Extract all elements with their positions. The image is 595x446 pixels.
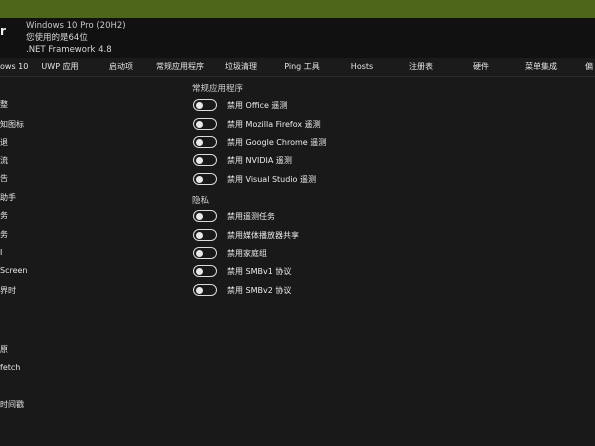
- toggle-knob: [196, 267, 203, 275]
- left-option-item[interactable]: 助手: [0, 192, 16, 204]
- left-option-item[interactable]: 告: [0, 173, 8, 185]
- toggle-disable-media-sharing[interactable]: 禁用媒体播放器共享: [193, 227, 299, 243]
- toggle-knob: [196, 101, 203, 109]
- left-option-item[interactable]: Screen: [0, 265, 28, 277]
- tab-hosts[interactable]: Hosts: [351, 58, 373, 76]
- left-option-item[interactable]: 时间戳: [0, 399, 24, 411]
- toggle-disable-smbv1[interactable]: 禁用 SMBv1 协议: [193, 263, 291, 279]
- toggle-label: 禁用 Visual Studio 遥测: [227, 174, 316, 184]
- toggle-switch[interactable]: [193, 284, 217, 296]
- toggle-switch[interactable]: [193, 136, 217, 148]
- toggle-knob: [196, 286, 203, 294]
- toggle-knob: [196, 212, 203, 220]
- tab-uwp-apps[interactable]: UWP 应用: [41, 58, 78, 76]
- tab-preferences[interactable]: 偏: [585, 58, 593, 76]
- tab-ping-tool[interactable]: Ping 工具: [284, 58, 320, 76]
- toggle-switch[interactable]: [193, 229, 217, 241]
- left-option-item[interactable]: 原: [0, 344, 8, 356]
- left-option-item[interactable]: I: [0, 247, 2, 259]
- toggle-switch[interactable]: [193, 154, 217, 166]
- toggle-label: 禁用遥测任务: [227, 211, 275, 221]
- toggle-label: 禁用家庭组: [227, 248, 267, 258]
- toggle-disable-homegroup[interactable]: 禁用家庭组: [193, 245, 267, 261]
- toggle-switch[interactable]: [193, 210, 217, 222]
- toggle-switch[interactable]: [193, 99, 217, 111]
- left-option-item[interactable]: 务: [0, 210, 8, 222]
- toggle-disable-firefox-telemetry[interactable]: 禁用 Mozilla Firefox 遥测: [193, 116, 321, 132]
- tab-common-apps[interactable]: 常规应用程序: [156, 58, 204, 76]
- framework-text: .NET Framework 4.8: [26, 45, 112, 55]
- tab-hardware[interactable]: 硬件: [473, 58, 489, 76]
- toggle-switch[interactable]: [193, 265, 217, 277]
- toggle-knob: [196, 231, 203, 239]
- toggle-knob: [196, 138, 203, 146]
- left-option-item[interactable]: 流: [0, 155, 8, 167]
- toggle-label: 禁用 NVIDIA 遥测: [227, 155, 292, 165]
- toggle-label: 禁用媒体播放器共享: [227, 230, 299, 240]
- tab-registry[interactable]: 注册表: [409, 58, 433, 76]
- left-option-item[interactable]: fetch: [0, 362, 20, 374]
- toggle-knob: [196, 175, 203, 183]
- window-titlebar[interactable]: [0, 0, 595, 18]
- toggle-label: 禁用 Mozilla Firefox 遥测: [227, 119, 321, 129]
- toggle-disable-visual-studio-telemetry[interactable]: 禁用 Visual Studio 遥测: [193, 171, 316, 187]
- app-title-fragment: r: [0, 24, 6, 38]
- section-title-common-apps: 常规应用程序: [192, 84, 244, 94]
- toggle-label: 禁用 Office 遥测: [227, 100, 288, 110]
- toggle-label: 禁用 SMBv2 协议: [227, 285, 292, 295]
- tab-menu-integration[interactable]: 菜单集成: [525, 58, 557, 76]
- toggle-knob: [196, 156, 203, 164]
- left-option-item[interactable]: 界时: [0, 285, 16, 297]
- toggle-disable-nvidia-telemetry[interactable]: 禁用 NVIDIA 遥测: [193, 152, 292, 168]
- toggle-knob: [196, 249, 203, 257]
- left-option-item[interactable]: 整: [0, 99, 8, 111]
- toggle-disable-chrome-telemetry[interactable]: 禁用 Google Chrome 遥测: [193, 134, 326, 150]
- toggle-disable-smbv2[interactable]: 禁用 SMBv2 协议: [193, 282, 291, 298]
- toggle-switch[interactable]: [193, 118, 217, 130]
- tab-startup[interactable]: 启动项: [109, 58, 133, 76]
- main-tab-bar: ows 10 UWP 应用 启动项 常规应用程序 垃圾清理 Ping 工具 Ho…: [0, 58, 595, 77]
- toggle-disable-telemetry-tasks[interactable]: 禁用遥测任务: [193, 208, 275, 224]
- toggle-switch[interactable]: [193, 173, 217, 185]
- tab-junk-cleanup[interactable]: 垃圾清理: [225, 58, 257, 76]
- toggle-label: 禁用 Google Chrome 遥测: [227, 137, 327, 147]
- toggle-knob: [196, 120, 203, 128]
- left-option-item[interactable]: 退: [0, 137, 8, 149]
- section-title-privacy: 隐私: [192, 196, 210, 206]
- system-info-header: r Windows 10 Pro (20H2) 您使用的是64位 .NET Fr…: [0, 18, 595, 58]
- bitness-text: 您使用的是64位: [26, 33, 88, 43]
- left-option-item[interactable]: 知图标: [0, 119, 24, 131]
- os-version-text: Windows 10 Pro (20H2): [26, 21, 126, 31]
- toggle-label: 禁用 SMBv1 协议: [227, 266, 292, 276]
- left-option-item[interactable]: 务: [0, 229, 8, 241]
- toggle-switch[interactable]: [193, 247, 217, 259]
- system-info: Windows 10 Pro (20H2) 您使用的是64位 .NET Fram…: [26, 20, 126, 56]
- toggle-disable-office-telemetry[interactable]: 禁用 Office 遥测: [193, 97, 287, 113]
- tab-windows-10[interactable]: ows 10: [0, 58, 28, 76]
